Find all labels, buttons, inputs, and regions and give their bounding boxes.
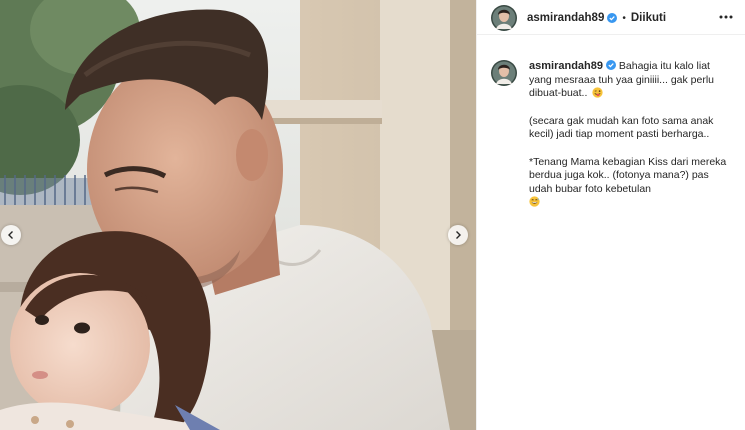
follow-button[interactable]: Diikuti — [631, 12, 666, 24]
avatar-image — [491, 5, 517, 31]
chevron-left-icon — [8, 231, 13, 239]
post-caption: asmirandah89 Bahagia itu kalo liat yang … — [491, 60, 733, 210]
username-link[interactable]: asmirandah89 — [527, 12, 604, 24]
caption-paragraph: asmirandah89 Bahagia itu kalo liat yang … — [529, 60, 733, 101]
instagram-post: asmirandah89 • Diikuti asmirandah89 Baha… — [0, 0, 745, 430]
verified-badge-icon — [607, 13, 618, 23]
post-header: asmirandah89 • Diikuti — [477, 0, 745, 35]
post-media[interactable] — [0, 0, 476, 430]
carousel-prev-button[interactable] — [1, 225, 21, 245]
grinning-sweat-emoji-icon — [529, 196, 540, 207]
caption-paragraph: (secara gak mudah kan foto sama anak kec… — [529, 114, 714, 141]
verified-badge-icon — [605, 60, 616, 70]
separator-dot: • — [622, 12, 626, 24]
caption-paragraph: *Tenang Mama kebagian Kiss dari mereka b… — [529, 156, 733, 210]
caption-text-3: *Tenang Mama kebagian Kiss dari mereka b… — [529, 155, 727, 195]
post-side-panel: asmirandah89 • Diikuti asmirandah89 Baha… — [476, 0, 745, 430]
avatar[interactable] — [491, 5, 517, 31]
post-photo — [0, 0, 476, 430]
winking-tongue-emoji-icon — [592, 87, 603, 98]
chevron-right-icon — [456, 231, 461, 239]
caption-avatar[interactable] — [491, 60, 517, 86]
caption-username-link[interactable]: asmirandah89 — [529, 60, 603, 72]
header-text: asmirandah89 • Diikuti — [527, 12, 666, 24]
caption-body: asmirandah89 Bahagia itu kalo liat yang … — [529, 60, 733, 210]
carousel-next-button[interactable] — [448, 225, 468, 245]
more-options-icon[interactable] — [719, 14, 733, 20]
avatar-image — [491, 60, 517, 86]
